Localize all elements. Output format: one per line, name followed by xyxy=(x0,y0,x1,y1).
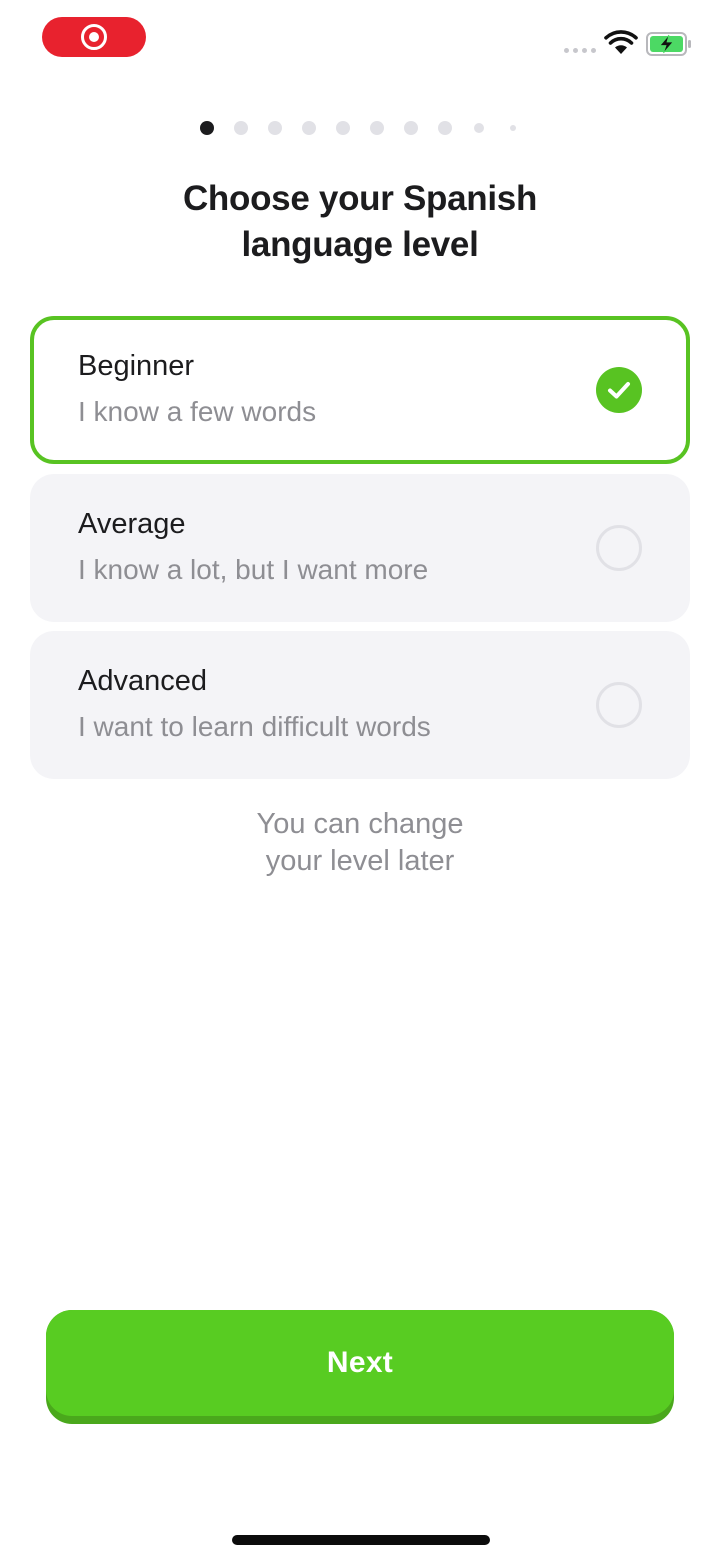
level-option-advanced[interactable]: Advanced I want to learn difficult words xyxy=(30,631,690,779)
hint-line-1: You can change xyxy=(256,808,464,840)
level-option-average[interactable]: Average I know a lot, but I want more xyxy=(30,474,690,622)
page-title-line-1: Choose your Spanish xyxy=(182,179,538,218)
level-option-beginner[interactable]: Beginner I know a few words xyxy=(30,316,690,464)
level-option-subtitle: I know a lot, but I want more xyxy=(78,554,429,585)
pager-dot xyxy=(370,121,384,135)
pager-dot xyxy=(474,123,484,133)
page-title-line-2: language level xyxy=(241,225,479,264)
status-bar xyxy=(0,0,720,80)
pager-dot xyxy=(336,121,350,135)
change-level-hint: You can change your level later xyxy=(160,806,560,880)
level-option-subtitle: I want to learn difficult words xyxy=(78,711,431,742)
home-indicator xyxy=(232,1535,490,1545)
radio-circle-icon[interactable] xyxy=(596,682,642,728)
screen-record-icon xyxy=(81,24,107,50)
checkmark-icon xyxy=(608,382,630,399)
next-button[interactable]: Next xyxy=(46,1310,674,1424)
pager-dot xyxy=(268,121,282,135)
radio-circle-icon[interactable] xyxy=(596,525,642,571)
next-button-face: Next xyxy=(46,1310,674,1416)
level-option-title: Average xyxy=(78,508,186,540)
next-button-label: Next xyxy=(326,1346,394,1379)
level-option-title: Beginner xyxy=(78,350,195,382)
onboarding-progress-dots xyxy=(0,120,720,136)
pager-dot xyxy=(404,121,418,135)
level-option-subtitle: I know a few words xyxy=(78,396,317,427)
level-option-title: Advanced xyxy=(78,665,207,697)
screen-recording-indicator[interactable] xyxy=(42,17,146,57)
wifi-icon xyxy=(604,30,638,54)
cellular-signal-icon xyxy=(564,48,598,54)
pager-dot xyxy=(510,125,516,131)
battery-charging-icon xyxy=(646,32,691,56)
pager-dot xyxy=(200,121,214,135)
pager-dot xyxy=(234,121,248,135)
check-circle-icon[interactable] xyxy=(596,367,642,413)
pager-dot xyxy=(302,121,316,135)
hint-line-2: your level later xyxy=(265,845,455,877)
page-title: Choose your Spanish language level xyxy=(60,176,660,268)
pager-dot xyxy=(438,121,452,135)
